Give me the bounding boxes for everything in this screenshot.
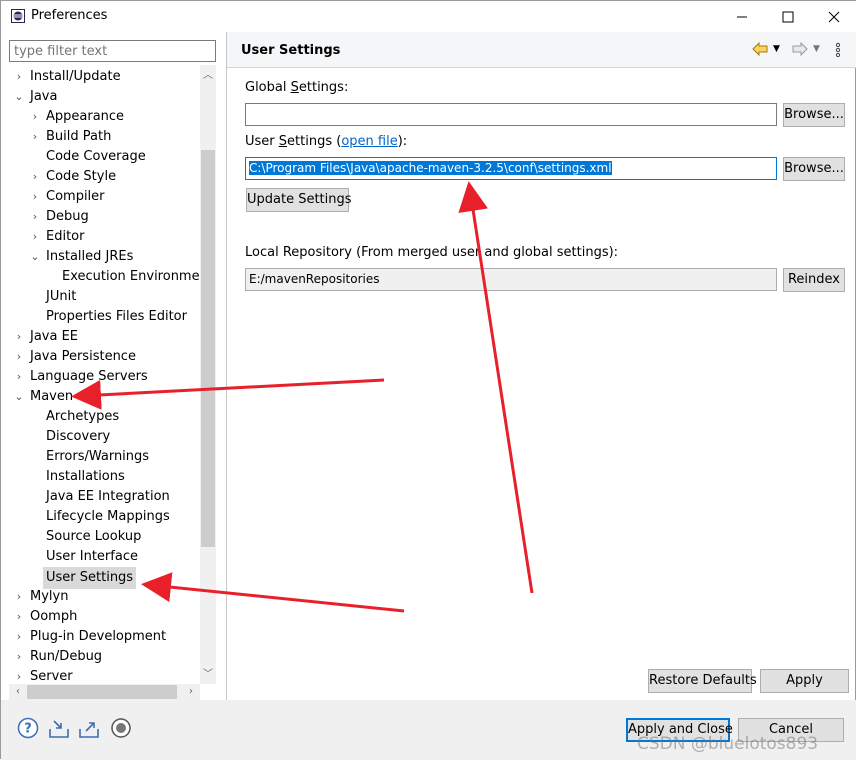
annotation-arrow-settings-path xyxy=(458,181,534,594)
annotation-arrow-user-settings xyxy=(141,572,405,613)
annotation-arrows xyxy=(71,181,534,613)
annotation-arrow-maven xyxy=(71,378,385,410)
